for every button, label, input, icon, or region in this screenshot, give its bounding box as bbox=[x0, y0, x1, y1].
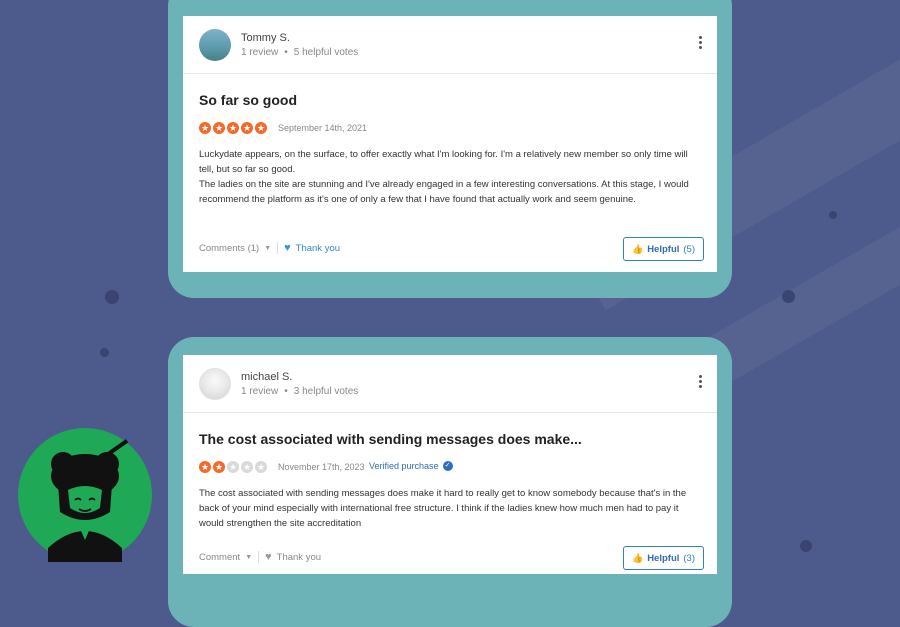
review-frame: Tommy S. 1 review • 5 helpful votes So far… bbox=[168, 0, 732, 298]
heart-icon[interactable]: ♥ bbox=[284, 242, 291, 254]
thank-you-button[interactable]: Thank you bbox=[296, 243, 340, 254]
review-header: Tommy S. 1 review • 5 helpful votes bbox=[183, 16, 717, 74]
chevron-down-icon[interactable]: ▼ bbox=[245, 554, 252, 561]
star-icon: ★ bbox=[241, 461, 253, 473]
more-options-icon[interactable] bbox=[699, 36, 703, 49]
reviewer-meta: 1 review • 5 helpful votes bbox=[241, 47, 359, 58]
star-icon: ★ bbox=[255, 122, 267, 134]
reviewer-name[interactable]: michael S. bbox=[241, 371, 292, 383]
reviewer-name[interactable]: Tommy S. bbox=[241, 32, 290, 44]
star-icon: ★ bbox=[199, 122, 211, 134]
avatar[interactable] bbox=[199, 368, 231, 400]
chevron-down-icon[interactable]: ▼ bbox=[264, 245, 271, 252]
background-dot bbox=[829, 211, 837, 219]
star-icon: ★ bbox=[213, 461, 225, 473]
review-body: Luckydate appears, on the surface, to of… bbox=[199, 147, 705, 207]
star-icon: ★ bbox=[255, 461, 267, 473]
helpful-count: (5) bbox=[683, 243, 696, 255]
review-paragraph: The cost associated with sending message… bbox=[199, 488, 687, 529]
helpful-button[interactable]: 👍 Helpful (3) bbox=[623, 546, 704, 570]
star-rating: ★ ★ ★ ★ ★ bbox=[199, 122, 267, 134]
avatar[interactable] bbox=[199, 29, 231, 61]
helpful-votes: 3 helpful votes bbox=[293, 386, 359, 397]
star-icon: ★ bbox=[213, 122, 225, 134]
verified-check-icon: ✓ bbox=[442, 461, 453, 471]
background-dot bbox=[800, 540, 812, 552]
verified-label: Verified purchase bbox=[369, 461, 439, 471]
helpful-label: Helpful bbox=[647, 552, 680, 564]
background-dot bbox=[782, 290, 795, 303]
star-rating: ★ ★ ★ ★ ★ bbox=[199, 461, 267, 473]
background-dot bbox=[105, 290, 119, 304]
star-icon: ★ bbox=[227, 461, 239, 473]
star-icon: ★ bbox=[241, 122, 253, 134]
more-options-icon[interactable] bbox=[699, 375, 703, 388]
review-card: michael S. 1 review • 3 helpful votes The … bbox=[183, 355, 717, 574]
review-footer: Comment ▼ ♥ Thank you bbox=[199, 551, 321, 563]
helpful-votes: 5 helpful votes bbox=[293, 47, 359, 58]
thank-you-button[interactable]: Thank you bbox=[277, 552, 321, 563]
comments-button[interactable]: Comment bbox=[199, 552, 240, 563]
thumbs-up-icon: 👍 bbox=[631, 243, 644, 254]
helpful-count: (3) bbox=[683, 552, 696, 564]
review-date: September 14th, 2021 bbox=[278, 123, 368, 133]
reviewer-meta: 1 review • 3 helpful votes bbox=[241, 386, 359, 397]
review-count: 1 review bbox=[241, 47, 279, 58]
review-footer: Comments (1) ▼ ♥ Thank you bbox=[199, 242, 340, 254]
review-paragraph: Luckydate appears, on the surface, to of… bbox=[199, 149, 688, 175]
review-title[interactable]: So far so good bbox=[199, 92, 297, 108]
heart-icon[interactable]: ♥ bbox=[265, 551, 272, 563]
star-icon: ★ bbox=[227, 122, 239, 134]
helpful-label: Helpful bbox=[647, 243, 680, 255]
thumbs-up-icon: 👍 bbox=[631, 552, 644, 563]
verified-purchase: Verified purchase ✓ bbox=[369, 461, 453, 471]
divider bbox=[277, 242, 279, 254]
review-card: Tommy S. 1 review • 5 helpful votes So far… bbox=[183, 16, 717, 272]
helpful-button[interactable]: 👍 Helpful (5) bbox=[623, 237, 704, 261]
review-frame: michael S. 1 review • 3 helpful votes The … bbox=[168, 337, 732, 627]
brand-logo bbox=[18, 428, 152, 562]
star-icon: ★ bbox=[199, 461, 211, 473]
review-body: The cost associated with sending message… bbox=[199, 486, 705, 531]
review-date: November 17th, 2023 bbox=[278, 462, 365, 472]
review-count: 1 review bbox=[241, 386, 279, 397]
review-paragraph: The ladies on the site are stunning and … bbox=[199, 179, 689, 205]
review-header: michael S. 1 review • 3 helpful votes bbox=[183, 355, 717, 413]
comments-button[interactable]: Comments (1) bbox=[199, 243, 259, 254]
review-title[interactable]: The cost associated with sending message… bbox=[199, 431, 582, 447]
background-dot bbox=[100, 348, 109, 357]
divider bbox=[258, 551, 260, 563]
